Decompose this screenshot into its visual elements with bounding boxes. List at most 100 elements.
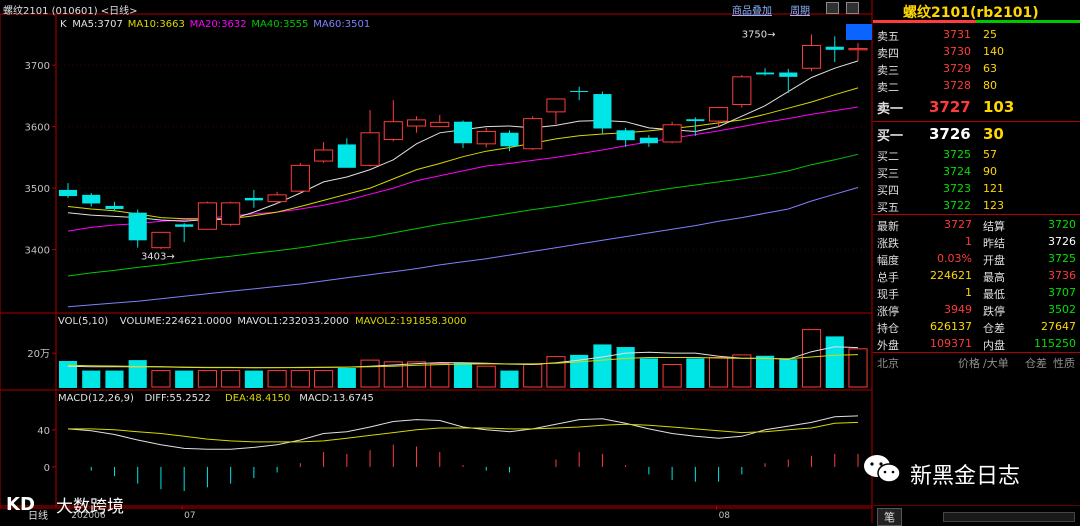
ratio-bar-up <box>873 20 976 23</box>
bid-row[interactable]: 买一 3726 30 <box>873 125 1080 144</box>
volume-bar-up <box>709 357 729 388</box>
volume-bar-up <box>801 329 822 388</box>
tick-city: 北京 <box>877 357 899 370</box>
legend-macd: MACD(12,26,9) <box>58 393 134 404</box>
stat-value: 3736 <box>1048 269 1076 282</box>
ask-volume: 140 <box>983 45 1004 58</box>
wechat-watermark: 新黑金日志 <box>910 464 1021 489</box>
divider <box>873 214 1080 215</box>
legend-ma40: MA40:3555 <box>251 19 308 30</box>
stat-value: 3720 <box>1048 218 1076 231</box>
candle-body-down <box>500 132 519 147</box>
bid-label: 买四 <box>877 184 899 197</box>
blue-marker <box>846 24 872 40</box>
window-icon[interactable] <box>846 2 859 14</box>
candle-body-up <box>406 119 427 127</box>
volume-tick-label: 20万 <box>27 349 50 360</box>
bid-row[interactable]: 买四 3723 121 <box>873 181 1080 198</box>
stat-label: 最新 <box>877 220 899 233</box>
chart-canvas[interactable]: 3700 3600 3500 3400 3750→ 3403→ K MA5:3707 MA10:… <box>0 0 873 523</box>
stat-value: 115250 <box>1034 337 1076 350</box>
stat-value: 27647 <box>1041 320 1076 333</box>
bid-row[interactable]: 买三 3724 90 <box>873 164 1080 181</box>
candle-body-up <box>197 202 217 230</box>
logo-watermark: 大数跨境 <box>56 497 124 517</box>
quote-header: 螺纹2101(rb2101) <box>873 0 1080 23</box>
volume-bar-down <box>337 367 356 388</box>
candle-body-up <box>709 107 729 122</box>
candle-body-down <box>175 224 194 227</box>
candle-body-up <box>267 194 287 203</box>
bid-label: 买二 <box>877 150 899 163</box>
price-tick-label: 3500 <box>25 184 50 195</box>
candle-body-up <box>383 121 403 141</box>
stat-row[interactable]: 最新 3727 结算 3720 <box>873 217 1080 234</box>
settings-icon[interactable] <box>826 2 839 14</box>
stat-label: 涨停 <box>877 305 899 318</box>
horizontal-scrollbar[interactable] <box>943 512 1075 522</box>
volume-bar-up <box>523 363 543 388</box>
overlay-link[interactable]: 商品叠加 <box>732 2 772 17</box>
stat-value: 1 <box>965 235 972 248</box>
volume-bar-up <box>546 356 566 388</box>
tick-pos: 仓差 <box>1025 357 1047 370</box>
tick-header: 北京 价格 ∕大单 仓差 性质 <box>873 355 1080 371</box>
bid-price: 3724 <box>943 165 971 178</box>
candle-body-down <box>82 194 101 204</box>
ask-label: 卖五 <box>877 30 899 43</box>
volume-bar-down <box>755 355 775 388</box>
bid-row[interactable]: 买五 3722 123 <box>873 198 1080 215</box>
volume-bar-up <box>314 370 334 388</box>
logo-icon: KD <box>6 490 54 516</box>
candle-body-up <box>523 118 543 150</box>
candle-body-up <box>848 48 868 51</box>
svg-text:D: D <box>20 494 35 515</box>
ask-volume: 63 <box>983 62 997 75</box>
volume-bar-down <box>128 360 147 388</box>
price-tick-label: 3600 <box>25 123 50 134</box>
tick-vol: ∕大单 <box>983 357 1009 370</box>
volume-bar-up <box>221 370 241 388</box>
stat-row[interactable]: 涨跌 1 昨结 3726 <box>873 234 1080 251</box>
candle-body-up <box>546 98 566 113</box>
candle-body-down <box>337 144 356 168</box>
stat-label: 仓差 <box>983 322 1005 335</box>
bid-price: 3723 <box>943 182 971 195</box>
stat-row[interactable]: 持仓 626137 仓差 27647 <box>873 319 1080 336</box>
ask-label: 卖四 <box>877 47 899 60</box>
tick-nature: 性质 <box>1053 357 1075 370</box>
ask-row[interactable]: 卖三 3729 63 <box>873 61 1080 78</box>
stat-row[interactable]: 总手 224621 最高 3736 <box>873 268 1080 285</box>
quote-title: 螺纹2101(rb2101) <box>903 5 1039 21</box>
stat-value: 1 <box>965 286 972 299</box>
stat-row[interactable]: 幅度 0.03% 开盘 3725 <box>873 251 1080 268</box>
bid-row[interactable]: 买二 3725 57 <box>873 147 1080 164</box>
stat-label: 结算 <box>983 220 1005 233</box>
ask-row[interactable]: 卖五 3731 25 <box>873 27 1080 44</box>
ask-row[interactable]: 卖二 3728 80 <box>873 78 1080 95</box>
tab-tick[interactable]: 笔 <box>877 508 902 526</box>
volume-bar-up <box>267 370 287 388</box>
volume-bar-down <box>82 370 101 388</box>
ask-row[interactable]: 卖四 3730 140 <box>873 44 1080 61</box>
bid-volume: 30 <box>983 125 1004 143</box>
ask-label: 卖二 <box>877 81 899 94</box>
volume-bar-down <box>500 370 519 388</box>
tick-price: 价格 <box>958 357 980 370</box>
volume-bar-up <box>151 370 171 388</box>
stat-value: 3726 <box>1048 235 1076 248</box>
candle-body-down <box>453 121 473 144</box>
price-tick-label: 3700 <box>25 61 50 72</box>
stat-row[interactable]: 涨停 3949 跌停 3502 <box>873 302 1080 319</box>
ask-row[interactable]: 卖一 3727 103 <box>873 98 1080 117</box>
quote-footer: 笔 <box>873 505 1080 526</box>
volume-bar-down <box>639 358 658 388</box>
stat-label: 总手 <box>877 271 899 284</box>
stat-value: 3949 <box>944 303 972 316</box>
stat-value: 3725 <box>1048 252 1076 265</box>
stat-label: 涨跌 <box>877 237 899 250</box>
stat-row[interactable]: 现手 1 最低 3707 <box>873 285 1080 302</box>
stat-row[interactable]: 外盘 109371 内盘 115250 <box>873 336 1080 353</box>
period-link[interactable]: 周期 <box>790 2 810 17</box>
price-tick-label: 3400 <box>25 246 50 257</box>
